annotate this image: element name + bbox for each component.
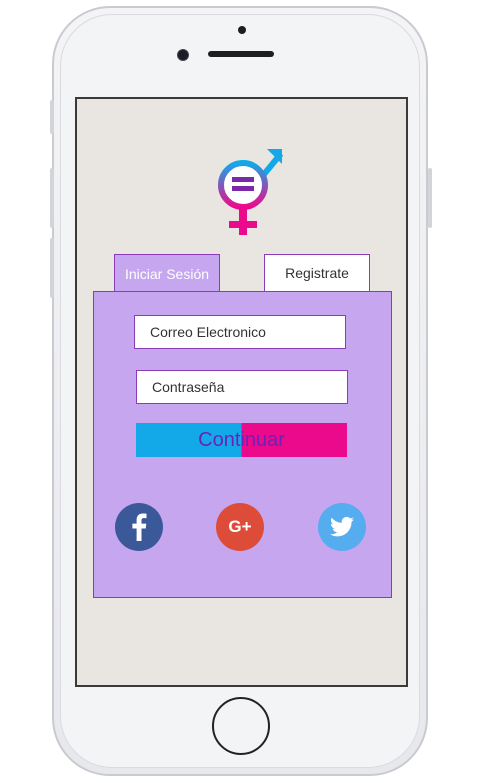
tab-login-label: Iniciar Sesión [124,265,210,282]
facebook-icon [132,513,147,541]
google-plus-login-button[interactable]: G+ [216,503,264,551]
facebook-login-button[interactable] [115,503,163,551]
home-button[interactable] [212,697,270,755]
volume-up-button [50,168,54,228]
tab-login[interactable]: Iniciar Sesión [114,254,220,292]
tab-register-label: Registrate [285,265,349,281]
front-camera [177,49,189,61]
tab-register[interactable]: Registrate [264,254,370,292]
continue-button[interactable]: Continuar [136,423,347,457]
gender-equality-logo-icon [218,149,284,235]
mute-switch [50,100,54,134]
email-field[interactable] [134,315,346,349]
app-screen: Iniciar Sesión Registrate Continuar G+ [75,97,408,687]
volume-down-button [50,238,54,298]
earpiece-speaker [208,51,274,57]
twitter-icon [330,516,354,537]
twitter-login-button[interactable] [318,503,366,551]
power-button [428,168,432,228]
front-sensor [238,26,246,34]
login-panel: Continuar G+ [93,291,392,598]
password-field[interactable] [136,370,348,404]
google-plus-icon: G+ [228,517,252,536]
